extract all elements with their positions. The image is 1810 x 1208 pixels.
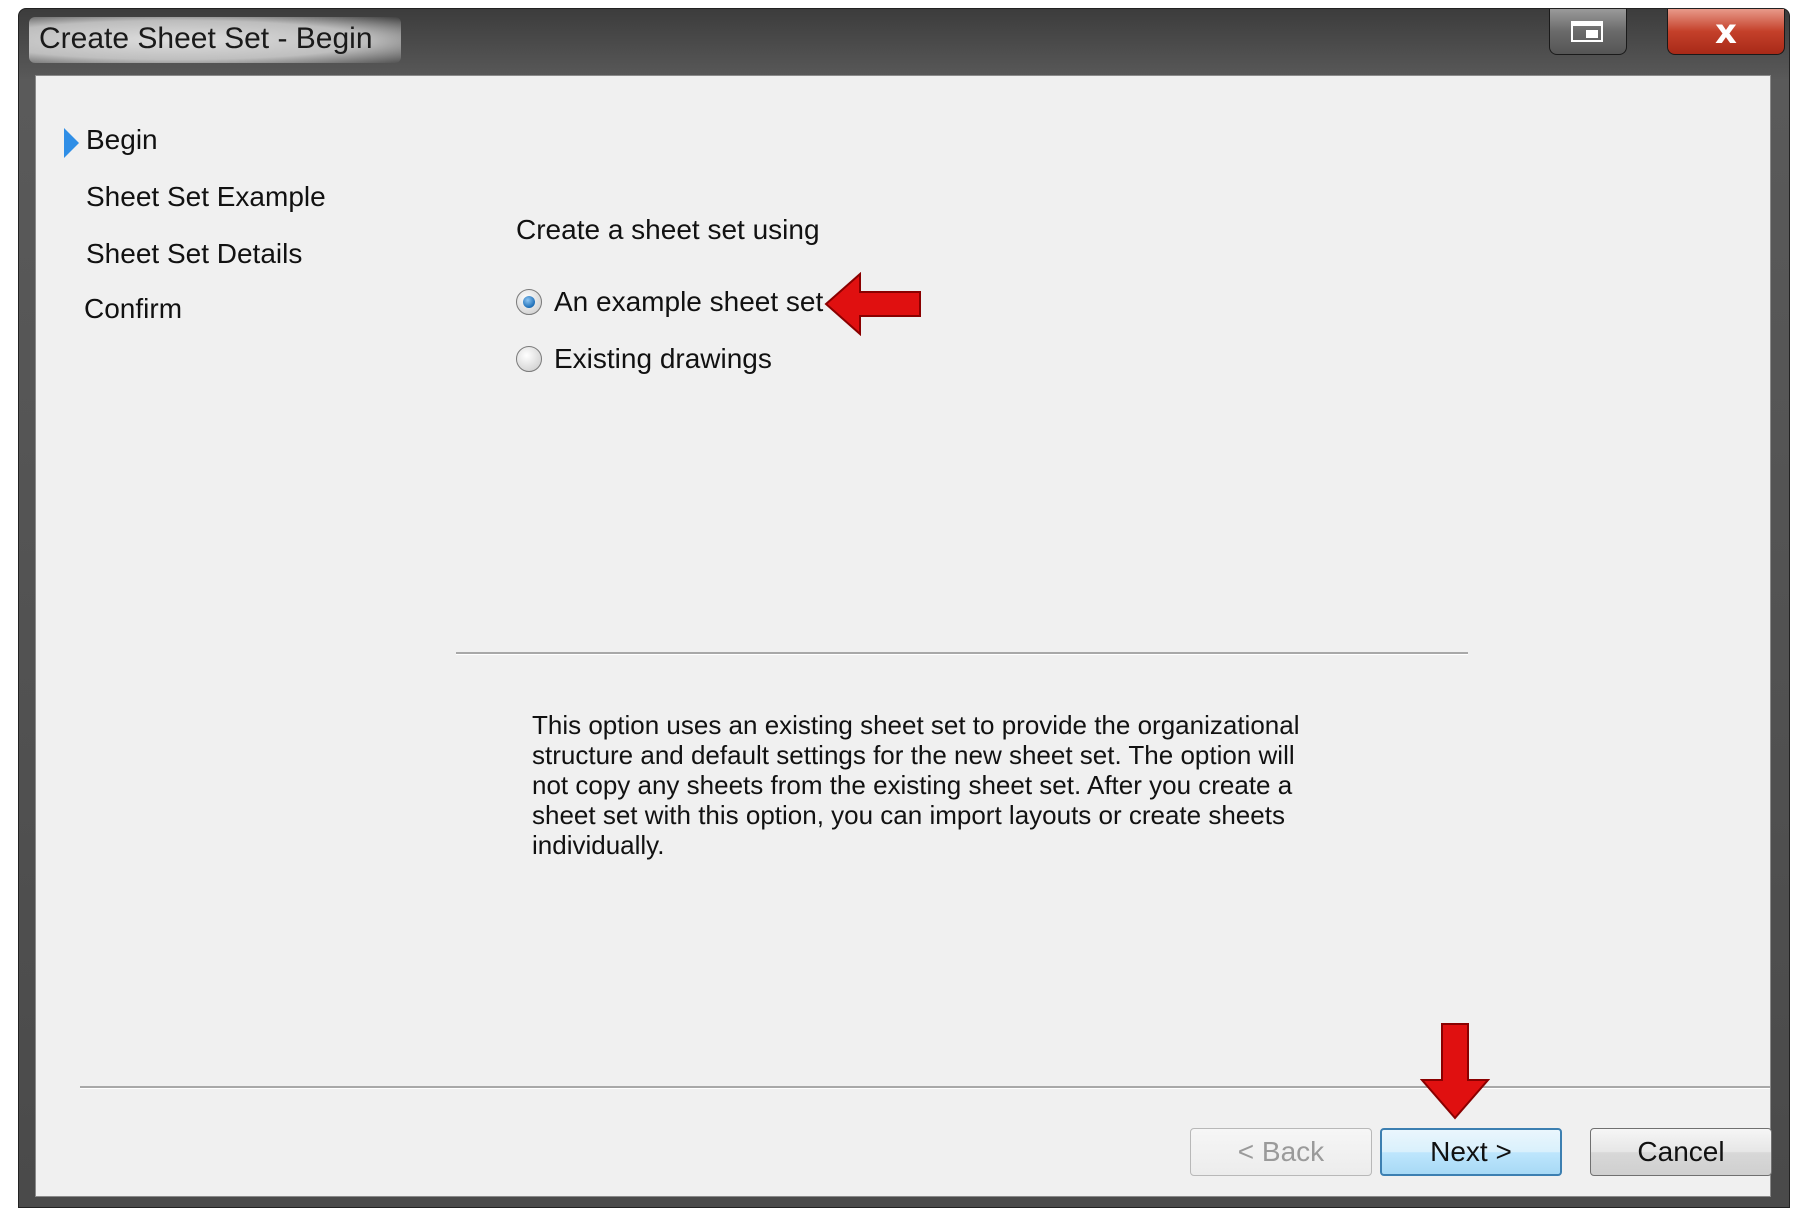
separator [456,652,1468,655]
step-label: Begin [86,124,158,155]
next-button[interactable]: Next > [1380,1128,1562,1176]
close-icon: x [1715,11,1737,52]
step-begin: Begin [64,124,158,158]
step-confirm: Confirm [84,293,182,325]
radio-button-checked[interactable] [516,289,542,315]
dialog-window: Create Sheet Set - Begin x Begin Sheet S… [18,8,1790,1208]
dialog-client-area: Begin Sheet Set Example Sheet Set Detail… [35,75,1772,1197]
separator [80,1086,1770,1089]
red-arrow-down-icon [1420,1023,1490,1120]
radio-label[interactable]: An example sheet set [554,286,823,318]
cancel-button[interactable]: Cancel [1590,1128,1772,1176]
step-label: Sheet Set Example [86,181,326,212]
step-label: Sheet Set Details [86,238,303,269]
restore-icon [1571,20,1603,42]
red-arrow-left-icon [824,272,921,336]
back-button[interactable]: < Back [1190,1128,1372,1176]
radio-button[interactable] [516,346,542,372]
close-button[interactable]: x [1667,9,1785,55]
step-label: Confirm [84,293,183,324]
option-description: This option uses an existing sheet set t… [532,710,1300,860]
option-prompt: Create a sheet set using [516,214,820,245]
restore-button[interactable] [1549,9,1627,55]
step-sheet-set-details: Sheet Set Details [86,238,302,270]
radio-existing-drawings[interactable]: Existing drawings [516,343,772,375]
window-title: Create Sheet Set - Begin [29,17,401,63]
radio-example-sheet-set[interactable]: An example sheet set [516,286,823,318]
radio-label[interactable]: Existing drawings [554,343,772,375]
title-bar[interactable]: Create Sheet Set - Begin x [19,9,1789,73]
current-step-arrow-icon [64,128,79,158]
step-sheet-set-example: Sheet Set Example [86,181,326,213]
